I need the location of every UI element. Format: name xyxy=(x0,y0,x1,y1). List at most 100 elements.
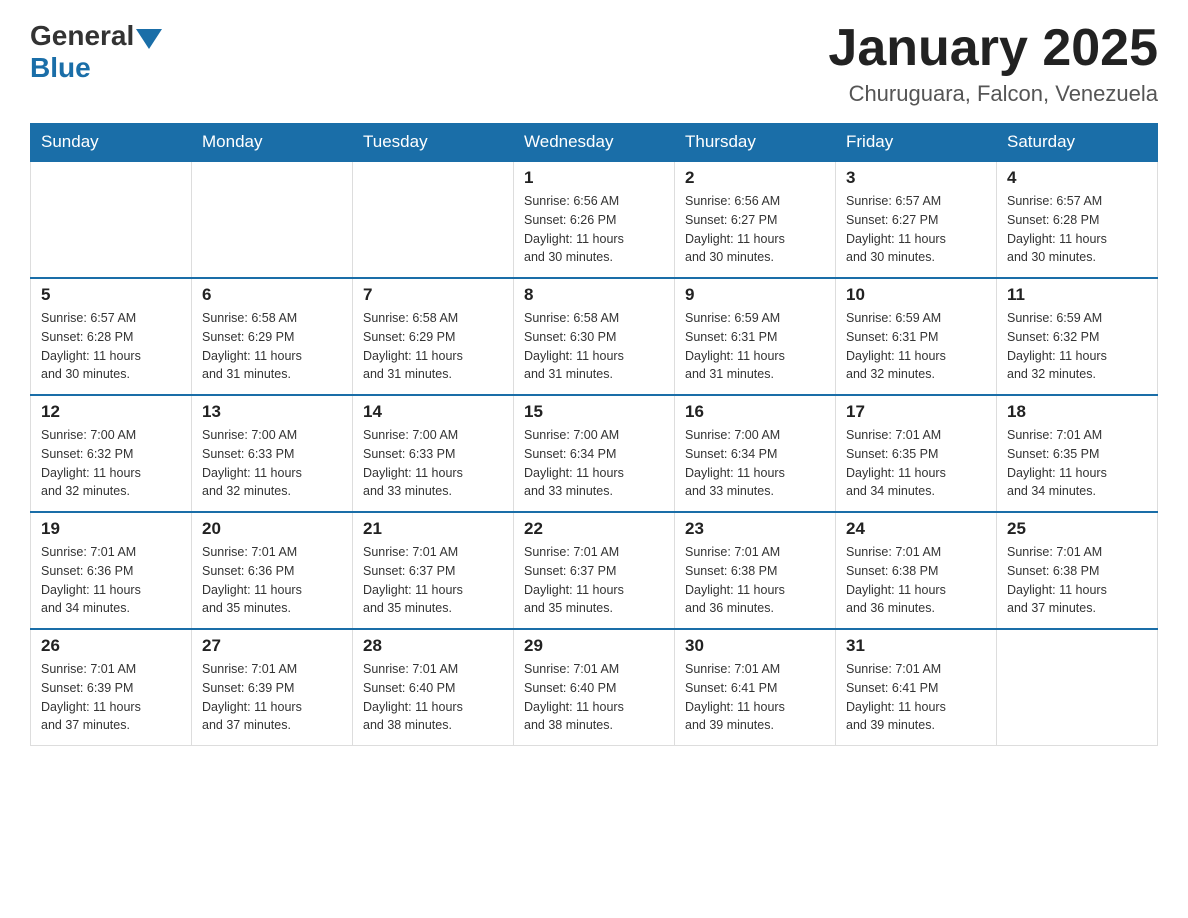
calendar-cell: 15 Sunrise: 7:00 AM Sunset: 6:34 PM Dayli… xyxy=(514,395,675,512)
calendar-cell: 27 Sunrise: 7:01 AM Sunset: 6:39 PM Dayli… xyxy=(192,629,353,746)
day-number: 20 xyxy=(202,519,342,539)
day-info: Sunrise: 7:01 AM Sunset: 6:40 PM Dayligh… xyxy=(524,660,664,735)
day-number: 16 xyxy=(685,402,825,422)
day-number: 1 xyxy=(524,168,664,188)
day-info: Sunrise: 6:59 AM Sunset: 6:32 PM Dayligh… xyxy=(1007,309,1147,384)
day-number: 9 xyxy=(685,285,825,305)
day-info: Sunrise: 7:01 AM Sunset: 6:41 PM Dayligh… xyxy=(685,660,825,735)
weekday-header-friday: Friday xyxy=(836,124,997,162)
day-info: Sunrise: 6:58 AM Sunset: 6:30 PM Dayligh… xyxy=(524,309,664,384)
calendar-week-row: 12Sunrise: 7:00 AM Sunset: 6:32 PM Dayli… xyxy=(31,395,1158,512)
calendar-cell: 14 Sunrise: 7:00 AM Sunset: 6:33 PM Dayli… xyxy=(353,395,514,512)
calendar-cell: 29 Sunrise: 7:01 AM Sunset: 6:40 PM Dayli… xyxy=(514,629,675,746)
day-number: 15 xyxy=(524,402,664,422)
calendar-cell xyxy=(31,161,192,278)
calendar-week-row: 19 Sunrise: 7:01 AM Sunset: 6:36 PM Dayli… xyxy=(31,512,1158,629)
day-number: 30 xyxy=(685,636,825,656)
day-number: 10 xyxy=(846,285,986,305)
day-number: 28 xyxy=(363,636,503,656)
day-info: Sunrise: 7:01 AM Sunset: 6:35 PM Dayligh… xyxy=(846,426,986,501)
calendar-cell: 4 Sunrise: 6:57 AM Sunset: 6:28 PM Daylig… xyxy=(997,161,1158,278)
calendar-cell: 12Sunrise: 7:00 AM Sunset: 6:32 PM Dayli… xyxy=(31,395,192,512)
day-info: Sunrise: 6:57 AM Sunset: 6:28 PM Dayligh… xyxy=(1007,192,1147,267)
calendar-cell: 28 Sunrise: 7:01 AM Sunset: 6:40 PM Dayli… xyxy=(353,629,514,746)
day-number: 21 xyxy=(363,519,503,539)
day-info: Sunrise: 7:00 AM Sunset: 6:34 PM Dayligh… xyxy=(685,426,825,501)
day-info: Sunrise: 7:00 AM Sunset: 6:34 PM Dayligh… xyxy=(524,426,664,501)
weekday-header-row: SundayMondayTuesdayWednesdayThursdayFrid… xyxy=(31,124,1158,162)
calendar-week-row: 26 Sunrise: 7:01 AM Sunset: 6:39 PM Dayli… xyxy=(31,629,1158,746)
day-number: 29 xyxy=(524,636,664,656)
day-info: Sunrise: 6:59 AM Sunset: 6:31 PM Dayligh… xyxy=(846,309,986,384)
weekday-header-thursday: Thursday xyxy=(675,124,836,162)
day-info: Sunrise: 7:01 AM Sunset: 6:38 PM Dayligh… xyxy=(1007,543,1147,618)
day-info: Sunrise: 6:57 AM Sunset: 6:27 PM Dayligh… xyxy=(846,192,986,267)
day-number: 13 xyxy=(202,402,342,422)
calendar-cell: 9 Sunrise: 6:59 AM Sunset: 6:31 PM Daylig… xyxy=(675,278,836,395)
day-number: 7 xyxy=(363,285,503,305)
day-info: Sunrise: 7:01 AM Sunset: 6:38 PM Dayligh… xyxy=(846,543,986,618)
calendar-cell xyxy=(997,629,1158,746)
calendar-cell: 26 Sunrise: 7:01 AM Sunset: 6:39 PM Dayli… xyxy=(31,629,192,746)
day-number: 26 xyxy=(41,636,181,656)
calendar-cell: 11Sunrise: 6:59 AM Sunset: 6:32 PM Dayli… xyxy=(997,278,1158,395)
logo-general-text: General xyxy=(30,20,134,52)
day-info: Sunrise: 7:00 AM Sunset: 6:33 PM Dayligh… xyxy=(202,426,342,501)
weekday-header-wednesday: Wednesday xyxy=(514,124,675,162)
calendar-cell: 23 Sunrise: 7:01 AM Sunset: 6:38 PM Dayli… xyxy=(675,512,836,629)
day-number: 5 xyxy=(41,285,181,305)
day-info: Sunrise: 6:56 AM Sunset: 6:27 PM Dayligh… xyxy=(685,192,825,267)
month-title: January 2025 xyxy=(828,20,1158,77)
day-info: Sunrise: 7:01 AM Sunset: 6:37 PM Dayligh… xyxy=(524,543,664,618)
calendar-cell xyxy=(192,161,353,278)
day-info: Sunrise: 6:59 AM Sunset: 6:31 PM Dayligh… xyxy=(685,309,825,384)
calendar-cell: 18 Sunrise: 7:01 AM Sunset: 6:35 PM Dayli… xyxy=(997,395,1158,512)
calendar-table: SundayMondayTuesdayWednesdayThursdayFrid… xyxy=(30,123,1158,746)
day-info: Sunrise: 7:01 AM Sunset: 6:38 PM Dayligh… xyxy=(685,543,825,618)
calendar-cell: 10 Sunrise: 6:59 AM Sunset: 6:31 PM Dayli… xyxy=(836,278,997,395)
day-info: Sunrise: 7:01 AM Sunset: 6:35 PM Dayligh… xyxy=(1007,426,1147,501)
calendar-cell: 21Sunrise: 7:01 AM Sunset: 6:37 PM Dayli… xyxy=(353,512,514,629)
day-number: 12 xyxy=(41,402,181,422)
weekday-header-tuesday: Tuesday xyxy=(353,124,514,162)
calendar-cell: 3 Sunrise: 6:57 AM Sunset: 6:27 PM Daylig… xyxy=(836,161,997,278)
day-number: 25 xyxy=(1007,519,1147,539)
day-info: Sunrise: 7:01 AM Sunset: 6:39 PM Dayligh… xyxy=(41,660,181,735)
day-info: Sunrise: 7:01 AM Sunset: 6:36 PM Dayligh… xyxy=(41,543,181,618)
day-info: Sunrise: 7:01 AM Sunset: 6:41 PM Dayligh… xyxy=(846,660,986,735)
logo: General Blue xyxy=(30,20,162,84)
day-info: Sunrise: 6:56 AM Sunset: 6:26 PM Dayligh… xyxy=(524,192,664,267)
day-number: 17 xyxy=(846,402,986,422)
calendar-cell xyxy=(353,161,514,278)
weekday-header-saturday: Saturday xyxy=(997,124,1158,162)
calendar-cell: 20 Sunrise: 7:01 AM Sunset: 6:36 PM Dayli… xyxy=(192,512,353,629)
day-number: 3 xyxy=(846,168,986,188)
calendar-cell: 5 Sunrise: 6:57 AM Sunset: 6:28 PM Daylig… xyxy=(31,278,192,395)
day-number: 19 xyxy=(41,519,181,539)
calendar-cell: 1 Sunrise: 6:56 AM Sunset: 6:26 PM Daylig… xyxy=(514,161,675,278)
weekday-header-sunday: Sunday xyxy=(31,124,192,162)
calendar-cell: 2Sunrise: 6:56 AM Sunset: 6:27 PM Daylig… xyxy=(675,161,836,278)
day-number: 6 xyxy=(202,285,342,305)
day-number: 14 xyxy=(363,402,503,422)
calendar-cell: 6 Sunrise: 6:58 AM Sunset: 6:29 PM Daylig… xyxy=(192,278,353,395)
day-info: Sunrise: 7:00 AM Sunset: 6:33 PM Dayligh… xyxy=(363,426,503,501)
day-info: Sunrise: 6:58 AM Sunset: 6:29 PM Dayligh… xyxy=(363,309,503,384)
day-info: Sunrise: 7:01 AM Sunset: 6:39 PM Dayligh… xyxy=(202,660,342,735)
day-number: 27 xyxy=(202,636,342,656)
day-info: Sunrise: 6:57 AM Sunset: 6:28 PM Dayligh… xyxy=(41,309,181,384)
day-info: Sunrise: 7:01 AM Sunset: 6:40 PM Dayligh… xyxy=(363,660,503,735)
calendar-cell: 8 Sunrise: 6:58 AM Sunset: 6:30 PM Daylig… xyxy=(514,278,675,395)
calendar-cell: 25 Sunrise: 7:01 AM Sunset: 6:38 PM Dayli… xyxy=(997,512,1158,629)
title-section: January 2025 Churuguara, Falcon, Venezue… xyxy=(828,20,1158,107)
calendar-week-row: 1 Sunrise: 6:56 AM Sunset: 6:26 PM Daylig… xyxy=(31,161,1158,278)
day-info: Sunrise: 6:58 AM Sunset: 6:29 PM Dayligh… xyxy=(202,309,342,384)
calendar-week-row: 5 Sunrise: 6:57 AM Sunset: 6:28 PM Daylig… xyxy=(31,278,1158,395)
day-number: 23 xyxy=(685,519,825,539)
day-number: 8 xyxy=(524,285,664,305)
day-info: Sunrise: 7:01 AM Sunset: 6:36 PM Dayligh… xyxy=(202,543,342,618)
calendar-cell: 7 Sunrise: 6:58 AM Sunset: 6:29 PM Daylig… xyxy=(353,278,514,395)
day-number: 4 xyxy=(1007,168,1147,188)
logo-blue-text: Blue xyxy=(30,52,91,83)
day-number: 18 xyxy=(1007,402,1147,422)
